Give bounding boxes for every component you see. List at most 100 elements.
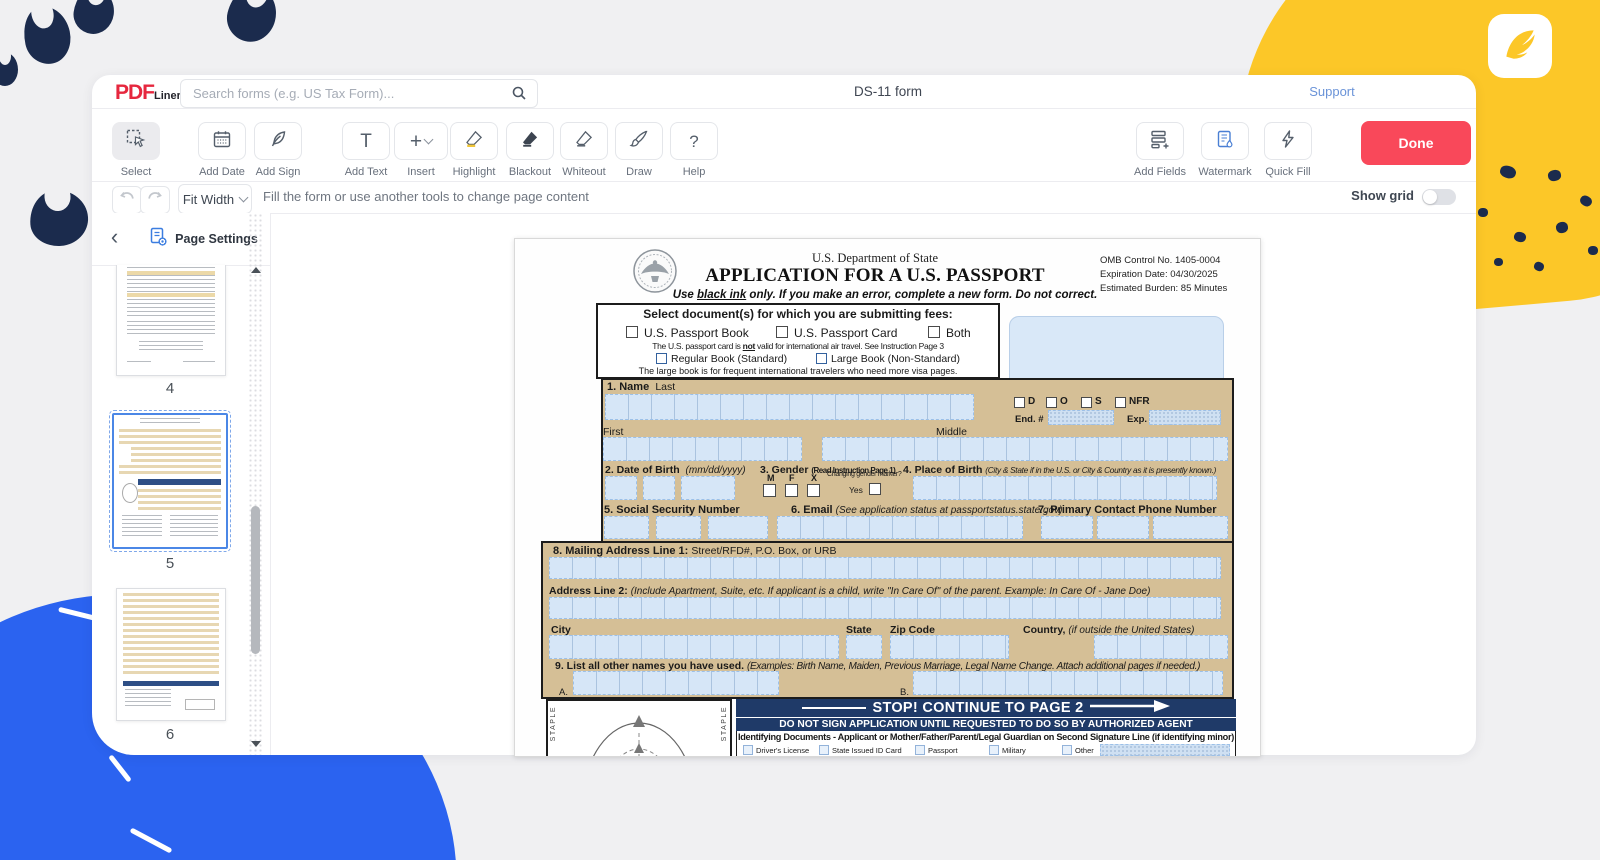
page-number-label: 4 [116, 380, 224, 397]
checkbox-regular-book[interactable] [656, 353, 667, 364]
select-icon [125, 128, 147, 155]
redo-button[interactable] [140, 186, 170, 214]
pdfliner-logo[interactable]: PDFLiner [115, 81, 181, 105]
tool-whiteout[interactable]: Whiteout [561, 122, 607, 178]
signature-quill-icon [268, 129, 288, 154]
page-thumbnail-6[interactable] [116, 588, 226, 721]
fee-note-1: The U.S. passport card is not valid for … [598, 341, 998, 351]
document-page: U.S. Department of State APPLICATION FOR… [514, 238, 1261, 757]
name-middle-field[interactable] [822, 437, 1228, 461]
form-title: APPLICATION FOR A U.S. PASSPORT [665, 265, 1085, 287]
support-link[interactable]: Support [1302, 84, 1362, 99]
tool-insert[interactable]: + Insert [395, 122, 447, 178]
name-last-field[interactable] [605, 394, 974, 420]
scrollbar-thumb[interactable] [251, 506, 260, 654]
tool-quick-fill[interactable]: Quick Fill [1265, 122, 1311, 178]
search-input[interactable] [191, 80, 505, 107]
checkbox-d[interactable] [1014, 397, 1025, 408]
lightning-icon [1279, 129, 1297, 154]
tool-blackout[interactable]: Blackout [507, 122, 553, 178]
banner-arr [1090, 699, 1170, 717]
blackout-brush-icon [520, 129, 540, 154]
logo-liner-text: Liner [154, 90, 181, 102]
tool-watermark[interactable]: Watermark [1202, 122, 1248, 178]
tool-add-text[interactable]: T Add Text [343, 122, 389, 178]
thumbnails-scrollbar[interactable] [248, 213, 263, 755]
checkbox-other[interactable] [1062, 745, 1072, 755]
search-form [180, 79, 538, 108]
search-icon[interactable] [511, 85, 527, 106]
dob-year-field[interactable] [681, 476, 735, 500]
ssn-field-2[interactable] [656, 516, 701, 539]
tool-add-date[interactable]: Add Date [199, 122, 245, 178]
checkbox-state-id[interactable] [819, 745, 829, 755]
checkbox-gender-m[interactable] [763, 484, 776, 497]
phone-field-2[interactable] [1097, 516, 1149, 539]
checkbox-drivers-license[interactable] [743, 745, 753, 755]
dob-day-field[interactable] [643, 476, 675, 500]
zip-field[interactable] [890, 635, 1009, 659]
doc-title: DS-11 form [808, 84, 968, 99]
screen: PDFLiner DS-11 form Support Select Add D… [0, 0, 1600, 860]
done-button[interactable]: Done [1361, 121, 1471, 165]
show-grid-toggle[interactable] [1422, 189, 1456, 205]
phone-field-3[interactable] [1153, 516, 1228, 539]
chevron-down-icon [239, 193, 249, 203]
add-fields-icon [1149, 129, 1171, 154]
pdfliner-badge-icon [1499, 23, 1541, 70]
tool-add-sign[interactable]: Add Sign [255, 122, 301, 178]
tool-select[interactable]: Select [113, 122, 159, 178]
checkbox-nfr[interactable] [1115, 397, 1126, 408]
help-icon: ? [689, 133, 698, 150]
checkbox-military[interactable] [989, 745, 999, 755]
other-name-b-field[interactable] [913, 671, 1223, 695]
checkbox-gender-f[interactable] [785, 484, 798, 497]
email-field[interactable] [777, 516, 1023, 539]
photo-alignment-oval [561, 703, 717, 757]
scroll-up-arrow[interactable] [251, 267, 261, 273]
undo-button[interactable] [112, 186, 142, 214]
scroll-down-arrow[interactable] [251, 741, 261, 747]
checkbox-gender-change-yes[interactable] [869, 483, 881, 495]
tool-draw[interactable]: Draw [616, 122, 662, 178]
phone-field-1[interactable] [1041, 516, 1093, 539]
page-thumbnail-4[interactable] [116, 265, 226, 376]
page-thumbnail-5[interactable] [112, 413, 228, 549]
city-field[interactable] [549, 635, 839, 659]
pdfliner-badge [1488, 14, 1552, 78]
tool-add-fields[interactable]: Add Fields [1137, 122, 1183, 178]
show-grid-label: Show grid [1344, 188, 1414, 203]
dob-month-field[interactable] [605, 476, 637, 500]
fee-note-2: The large book is for frequent internati… [598, 366, 998, 376]
tool-help[interactable]: ? Help [671, 122, 717, 178]
checkbox-s[interactable] [1081, 397, 1092, 408]
checkbox-gender-x[interactable] [807, 484, 820, 497]
checkbox-passport-card[interactable] [776, 326, 788, 338]
checkbox-both[interactable] [928, 326, 940, 338]
photo-staple-box: STAPLE STAPLE [546, 699, 732, 757]
page-settings-icon [149, 227, 168, 252]
checkbox-large-book[interactable] [816, 353, 827, 364]
sidebar-collapse-button[interactable]: ‹ [92, 213, 138, 266]
place-of-birth-field[interactable] [913, 476, 1217, 500]
zoom-mode-select[interactable]: Fit Width [178, 184, 252, 214]
other-name-a-field[interactable] [573, 671, 779, 695]
identifying-documents-section: Identifying Documents - Applicant or Mot… [736, 731, 1236, 757]
expiration-field[interactable] [1149, 410, 1221, 425]
name-first-field[interactable] [603, 437, 802, 461]
sidebar-divider [270, 213, 271, 755]
checkbox-passport-doc[interactable] [915, 745, 925, 755]
state-field[interactable] [846, 635, 882, 659]
endorsement-number-field[interactable] [1048, 410, 1114, 425]
checkbox-o[interactable] [1046, 397, 1057, 408]
tool-highlight[interactable]: Highlight [451, 122, 497, 178]
address-line2-field[interactable] [549, 597, 1221, 619]
other-document-field[interactable] [1100, 744, 1230, 756]
plus-icon: + [410, 131, 422, 152]
country-field[interactable] [1094, 635, 1228, 659]
checkbox-passport-book[interactable] [626, 326, 638, 338]
address-line1-field[interactable] [549, 557, 1221, 579]
ssn-field-3[interactable] [708, 516, 768, 539]
omb-block: OMB Control No. 1405-0004 Expiration Dat… [1100, 254, 1255, 295]
ssn-field-1[interactable] [604, 516, 649, 539]
